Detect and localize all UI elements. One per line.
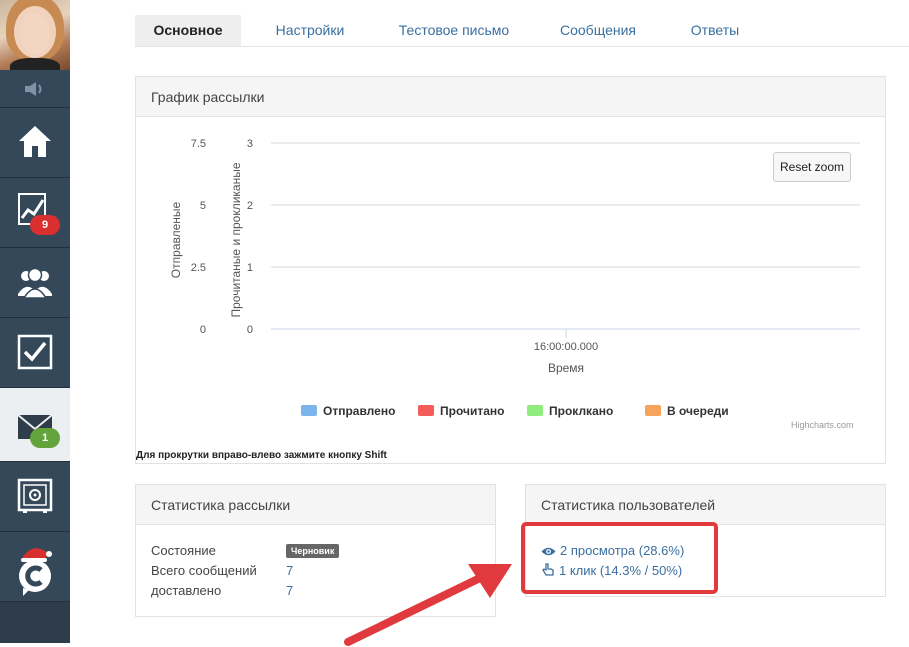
right-axis-title: Прочитаные и прокликаные: [229, 162, 243, 317]
legend-swatch: [301, 405, 317, 416]
right-axis-tick-label: 3: [247, 138, 253, 150]
sidebar-item-mail[interactable]: 1: [0, 388, 70, 462]
tab-bar: Основное Настройки Тестовое письмо Сообщ…: [135, 15, 909, 47]
status-badge: Черновик: [286, 544, 340, 558]
stat-row-delivered: доставлено: [151, 583, 222, 598]
legend-item-read[interactable]: Прочитано: [418, 402, 504, 420]
legend-swatch: [418, 405, 434, 416]
users-icon: [18, 267, 52, 299]
left-axis-tick-label: 7.5: [191, 138, 206, 150]
tab-messages[interactable]: Сообщения: [545, 15, 651, 46]
annotation-arrow: [344, 564, 512, 646]
sidebar-item-safe[interactable]: [0, 462, 70, 532]
left-axis-tick-label: 5: [200, 200, 206, 212]
legend-item-clicked[interactable]: Проклкано: [527, 402, 613, 420]
chart-panel-title: График рассылки: [136, 77, 885, 117]
chart-credits[interactable]: Highcharts.com: [791, 420, 854, 430]
brand-logo-icon: [19, 548, 52, 596]
legend-item-sent[interactable]: Отправлено: [301, 402, 395, 420]
x-axis-title: Время: [548, 361, 584, 375]
left-axis-title: Отправленые: [169, 201, 183, 278]
sidebar-item-brand[interactable]: [0, 532, 70, 602]
stat-row-status: Состояние: [151, 543, 216, 558]
right-axis-tick-label: 1: [247, 262, 253, 274]
speaker-toggle[interactable]: [0, 70, 70, 108]
stats-badge: 9: [30, 215, 60, 235]
tab-test-email[interactable]: Тестовое письмо: [381, 15, 527, 46]
avatar[interactable]: [0, 0, 70, 70]
sidebar: 9 1: [0, 0, 70, 643]
right-axis-tick-label: 0: [247, 324, 253, 336]
scroll-hint: Для прокрутки вправо-влево зажмите кнопк…: [136, 450, 387, 461]
mailing-stats-title: Статистика рассылки: [136, 485, 495, 525]
right-axis-ticks: 0 1 2 3: [247, 138, 253, 336]
left-axis-tick-label: 0: [200, 324, 206, 336]
x-axis-tick-label: 16:00:00.000: [534, 341, 598, 353]
tab-replies[interactable]: Ответы: [671, 15, 759, 46]
right-axis-tick-label: 2: [247, 200, 253, 212]
tab-main[interactable]: Основное: [135, 15, 241, 46]
legend-item-queued[interactable]: В очереди: [645, 402, 729, 420]
tab-settings[interactable]: Настройки: [259, 15, 361, 46]
user-stats-title: Статистика пользователей: [526, 485, 885, 525]
chart-panel: График рассылки 0 2.5 5 7.5 0 1 2 3 16:00:00.0…: [135, 76, 886, 464]
stat-row-total: Всего сообщений: [151, 563, 257, 578]
home-icon: [19, 126, 51, 157]
highlight-box: [521, 522, 718, 594]
reset-zoom-button[interactable]: Reset zoom: [773, 152, 851, 182]
sidebar-item-stats[interactable]: 9: [0, 178, 70, 248]
checkbox-icon: [17, 334, 53, 370]
left-axis-tick-label: 2.5: [191, 262, 206, 274]
mail-badge: 1: [30, 428, 60, 448]
speaker-icon: [25, 82, 42, 96]
total-messages-value[interactable]: 7: [286, 563, 293, 578]
delivered-value[interactable]: 7: [286, 583, 293, 598]
legend-swatch: [527, 405, 543, 416]
left-axis-ticks: 0 2.5 5 7.5: [191, 138, 206, 336]
legend-swatch: [645, 405, 661, 416]
grid-lines: [271, 142, 860, 330]
chart-legend: Отправлено Прочитано Проклкано В очереди: [136, 402, 885, 422]
sidebar-item-tasks[interactable]: [0, 318, 70, 388]
sidebar-item-home[interactable]: [0, 108, 70, 178]
sidebar-item-users[interactable]: [0, 248, 70, 318]
safe-icon: [17, 478, 53, 513]
